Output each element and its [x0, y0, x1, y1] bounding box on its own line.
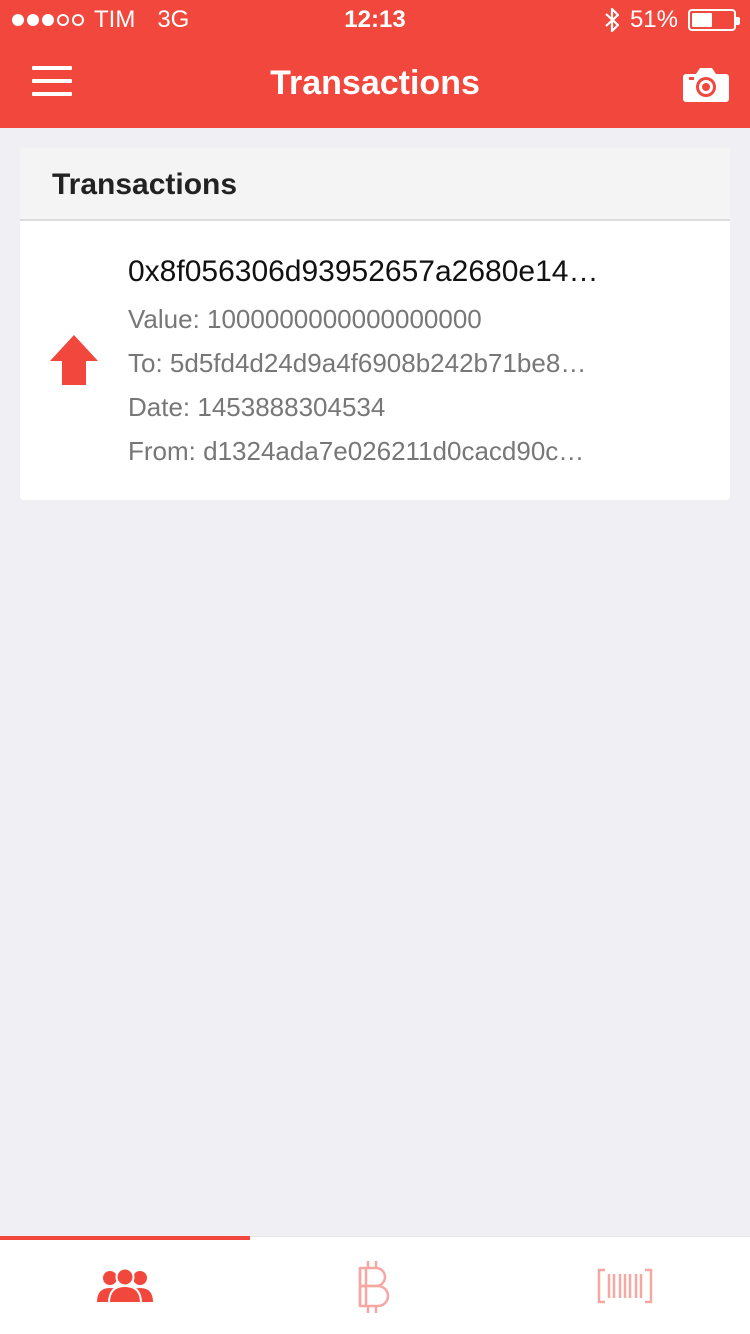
- battery-icon: [688, 9, 740, 31]
- battery-percent: 51%: [629, 6, 678, 33]
- card-header: Transactions: [20, 148, 730, 221]
- bluetooth-icon: [605, 7, 620, 33]
- transaction-date: Date: 1453888304534: [128, 392, 386, 422]
- transaction-to: To: 5d5fd4d24d9a4f6908b242b71be8…: [128, 348, 587, 378]
- tab-bitcoin[interactable]: [250, 1237, 500, 1334]
- transaction-from: From: d1324ada7e026211d0cacd90c…: [128, 436, 585, 466]
- battery-level: [692, 13, 713, 27]
- transaction-details: 0x8f056306d93952657a2680e14… Value: 1000…: [128, 255, 638, 475]
- bitcoin-icon: [358, 1261, 390, 1313]
- tab-bar: [0, 1236, 750, 1334]
- arrow-up-icon: [50, 335, 98, 385]
- status-right: 51%: [604, 6, 740, 34]
- barcode-icon: [597, 1268, 653, 1304]
- transaction-row[interactable]: 0x8f056306d93952657a2680e14… Value: 1000…: [20, 221, 730, 498]
- tab-scan[interactable]: [500, 1237, 750, 1334]
- nav-bar: Transactions: [0, 40, 750, 128]
- transactions-card: Transactions 0x8f056306d93952657a2680e14…: [20, 148, 730, 500]
- transaction-value: Value: 1000000000000000000: [128, 304, 482, 334]
- tab-contacts[interactable]: [0, 1237, 250, 1334]
- camera-icon[interactable]: [682, 64, 730, 104]
- page-title: Transactions: [270, 64, 480, 102]
- status-bar: TIM 3G 12:13 51%: [0, 0, 750, 40]
- contacts-icon: [97, 1268, 153, 1304]
- transaction-hash: 0x8f056306d93952657a2680e14…: [128, 255, 599, 288]
